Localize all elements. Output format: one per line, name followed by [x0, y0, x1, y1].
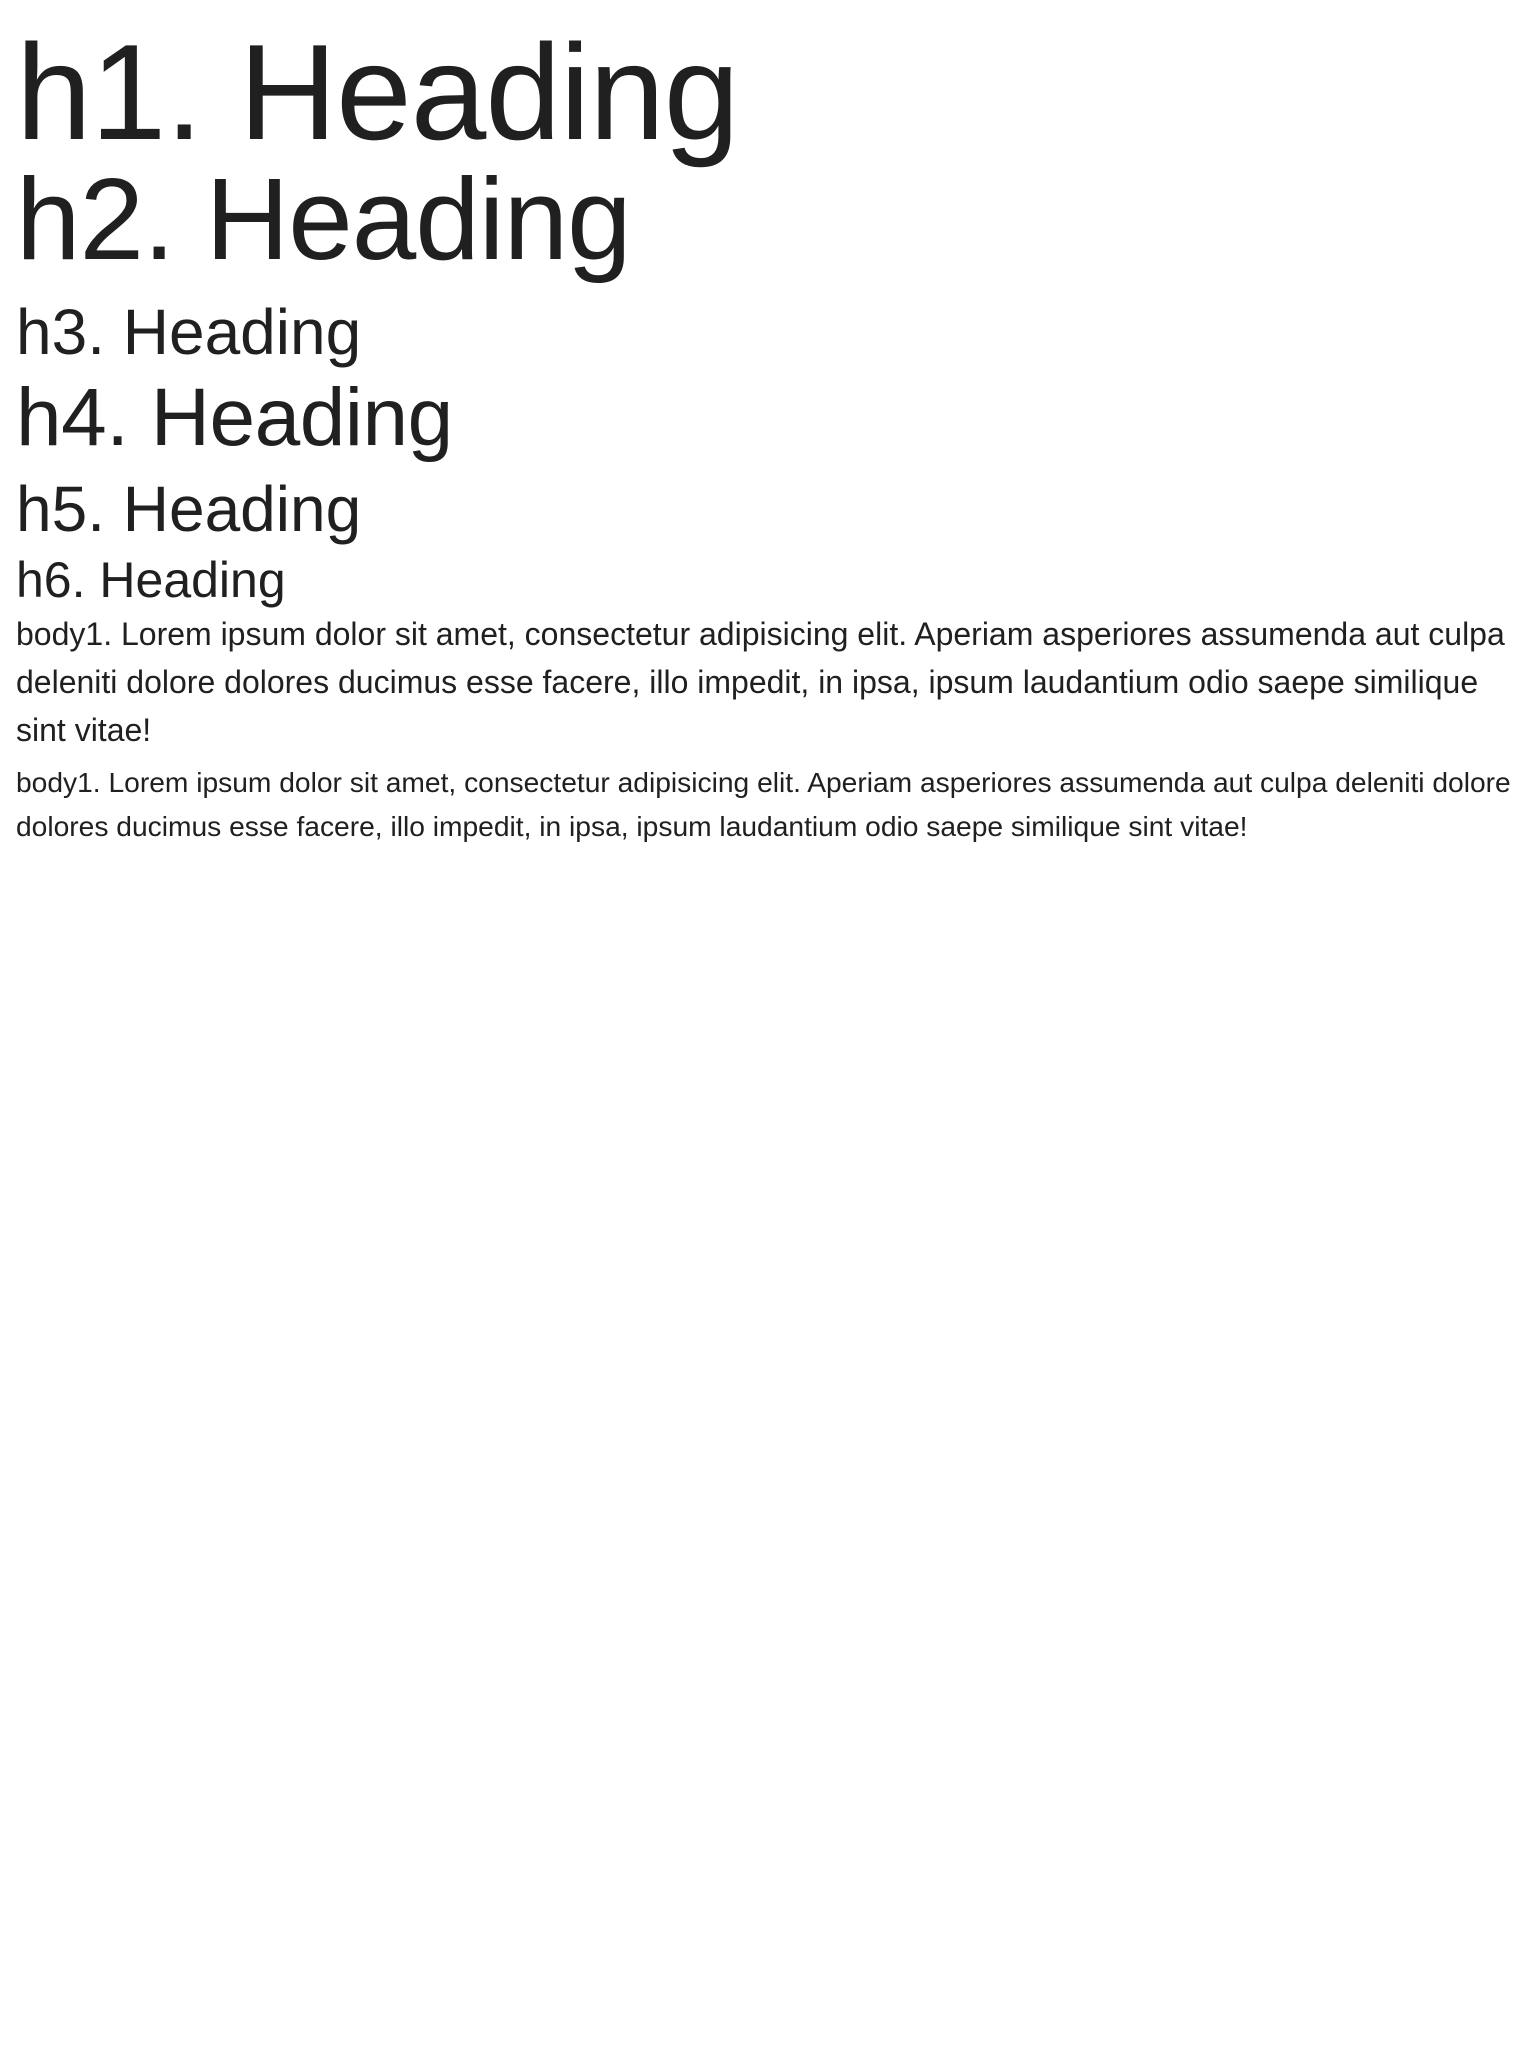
heading-h6: h6. Heading	[16, 552, 286, 608]
body-paragraph-large: body1. Lorem ipsum dolor sit amet, conse…	[16, 616, 1505, 748]
body-paragraph-small: body1. Lorem ipsum dolor sit amet, conse…	[16, 766, 1511, 842]
typography-page: h1. Heading h2. Heading h3. Heading h4. …	[0, 0, 1536, 2048]
heading-h3: h3. Heading	[16, 296, 362, 368]
heading-h4: h4. Heading	[16, 372, 453, 463]
heading-h5: h5. Heading	[16, 473, 362, 545]
heading-h1: h1. Heading	[16, 16, 739, 168]
heading-h2: h2. Heading	[16, 154, 632, 284]
